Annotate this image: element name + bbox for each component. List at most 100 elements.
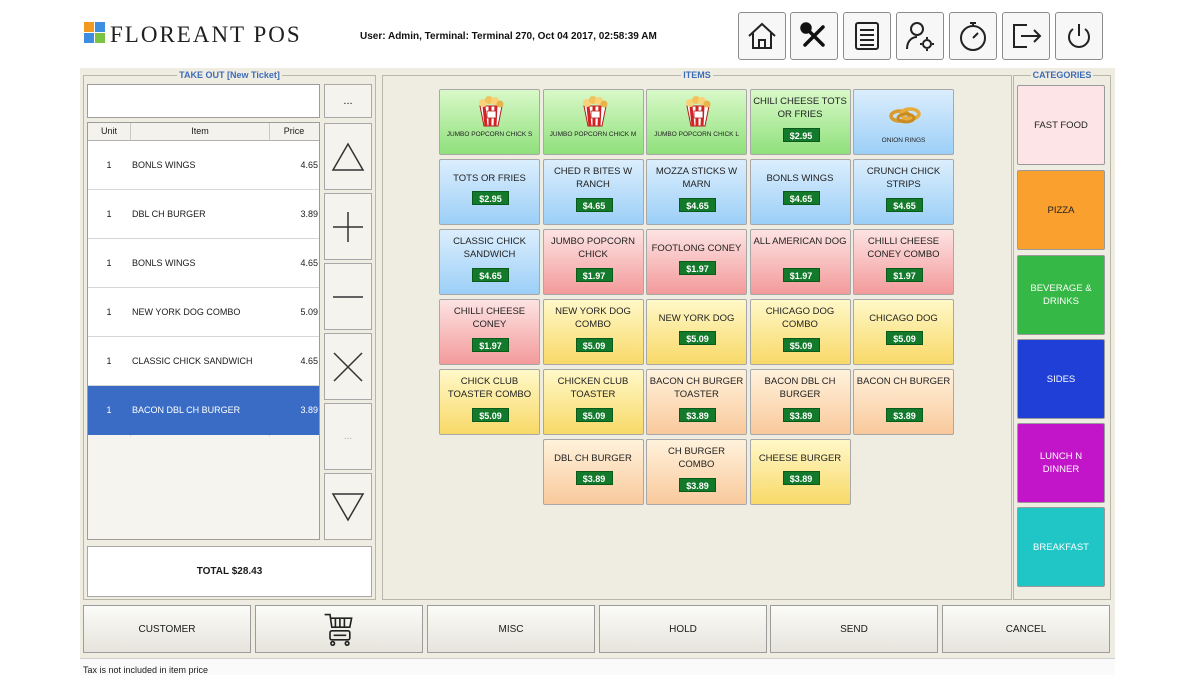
- row-unit: 1: [106, 405, 112, 415]
- cart-button[interactable]: [255, 605, 423, 653]
- ticket-row[interactable]: 1 BONLS WINGS 4.65: [88, 141, 319, 190]
- menu-item-name: CHILLI CHEESE CONEY: [453, 306, 526, 330]
- category-beverage-drinks[interactable]: BEVERAGE & DRINKS: [1017, 255, 1105, 335]
- triangle-down-icon: [331, 492, 365, 522]
- menu-item-button[interactable]: BACON CH BURGER TOASTER $3.89: [646, 369, 747, 435]
- menu-item-button[interactable]: CHILI CHEESE TOTS OR FRIES $2.95: [749, 89, 851, 155]
- menu-item-button[interactable]: CHILLI CHEESE CONEY COMBO $1.97: [853, 229, 954, 295]
- orders-list-button[interactable]: [843, 12, 891, 60]
- header-unit: Unit: [100, 126, 117, 136]
- menu-item-button[interactable]: CHICAGO DOG COMBO $5.09: [749, 299, 851, 365]
- decrease-quantity-button[interactable]: [324, 263, 372, 330]
- row-price: 4.65: [300, 258, 318, 268]
- row-price: 4.65: [300, 160, 318, 170]
- category-lunch-dinner[interactable]: LUNCH N DINNER: [1017, 423, 1105, 503]
- clock-button[interactable]: [949, 12, 997, 60]
- customer-button[interactable]: CUSTOMER: [83, 605, 251, 653]
- menu-item-button[interactable]: DBL CH BURGER $3.89: [542, 439, 644, 505]
- power-button[interactable]: [1055, 12, 1103, 60]
- row-item: DBL CH BURGER: [132, 209, 206, 219]
- ticket-row[interactable]: 1 BONLS WINGS 4.65: [88, 239, 319, 288]
- menu-item-name: CHILI CHEESE TOTS OR FRIES: [753, 96, 847, 120]
- menu-item-button[interactable]: CHEESE BURGER $3.89: [749, 439, 851, 505]
- menu-item-button[interactable]: JUMBO POPCORN CHICK S: [439, 89, 540, 155]
- menu-item-price: $3.89: [679, 478, 716, 492]
- row-item: CLASSIC CHICK SANDWICH: [132, 356, 253, 366]
- power-icon: [1068, 24, 1090, 48]
- menu-item-button[interactable]: NEW YORK DOG COMBO $5.09: [542, 299, 644, 365]
- menu-item-price: $4.65: [575, 198, 613, 212]
- category-sides[interactable]: SIDES: [1017, 339, 1105, 419]
- menu-item-button[interactable]: FOOTLONG CONEY $1.97: [646, 229, 747, 295]
- ticket-row[interactable]: 1 DBL CH BURGER 3.89: [88, 190, 319, 239]
- menu-item-name: MOZZA STICKS W MARN: [655, 166, 738, 190]
- menu-item-button[interactable]: NEW YORK DOG $5.09: [646, 299, 747, 365]
- category-fast-food[interactable]: FAST FOOD: [1017, 85, 1105, 165]
- menu-item-price: $4.65: [679, 198, 716, 212]
- menu-item-button[interactable]: CH BURGER COMBO $3.89: [646, 439, 747, 505]
- increase-quantity-button[interactable]: [324, 193, 372, 260]
- hold-button[interactable]: HOLD: [599, 605, 767, 653]
- menu-item-name: CHICAGO DOG COMBO: [765, 306, 835, 330]
- menu-item-button[interactable]: ONION RINGS: [853, 89, 954, 155]
- send-button[interactable]: SEND: [770, 605, 938, 653]
- user-settings-button[interactable]: [896, 12, 944, 60]
- ticket-more-button[interactable]: ...: [324, 84, 372, 118]
- category-breakfast[interactable]: BREAKFAST: [1017, 507, 1105, 587]
- menu-item-button[interactable]: CHED R BITES W RANCH $4.65: [542, 159, 644, 225]
- ticket-row-selected[interactable]: 1 BACON DBL CH BURGER 3.89: [88, 386, 319, 435]
- category-pizza[interactable]: PIZZA: [1017, 170, 1105, 250]
- menu-item-button[interactable]: MOZZA STICKS W MARN $4.65: [646, 159, 747, 225]
- row-item: BACON DBL CH BURGER: [132, 405, 241, 415]
- menu-item-price: $3.89: [886, 408, 923, 422]
- menu-item-name: CHILLI CHEESE CONEY COMBO: [867, 236, 940, 260]
- logout-button[interactable]: [1002, 12, 1050, 60]
- menu-item-button[interactable]: CHICK CLUB TOASTER COMBO $5.09: [439, 369, 540, 435]
- menu-item-name: JUMBO POPCORN CHICK: [551, 236, 635, 260]
- menu-item-price: $4.65: [886, 198, 923, 212]
- menu-item-button[interactable]: ALL AMERICAN DOG $1.97: [749, 229, 851, 295]
- home-button[interactable]: [738, 12, 786, 60]
- popcorn-chicken-icon: [578, 94, 612, 128]
- delete-item-button[interactable]: [324, 333, 372, 400]
- menu-item-button[interactable]: TOTS OR FRIES $2.95: [439, 159, 540, 225]
- menu-item-button[interactable]: JUMBO POPCORN CHICK M: [542, 89, 644, 155]
- menu-item-button[interactable]: BACON CH BURGER $3.89: [853, 369, 954, 435]
- tools-button[interactable]: [790, 12, 838, 60]
- menu-item-button[interactable]: JUMBO POPCORN CHICK $1.97: [542, 229, 644, 295]
- menu-item-name: NEW YORK DOG: [658, 313, 735, 324]
- ticket-title: TAKE OUT [New Ticket]: [177, 70, 282, 80]
- blank-control-button[interactable]: ...: [324, 403, 372, 470]
- menu-item-price: $3.89: [575, 471, 613, 485]
- ticket-row[interactable]: 1 NEW YORK DOG COMBO 5.09: [88, 288, 319, 337]
- misc-button[interactable]: MISC: [427, 605, 595, 653]
- menu-item-name: CLASSIC CHICK SANDWICH: [453, 236, 526, 260]
- menu-item-button[interactable]: JUMBO POPCORN CHICK L: [646, 89, 747, 155]
- ticket-search-input[interactable]: [87, 84, 320, 118]
- menu-item-button[interactable]: BACON DBL CH BURGER $3.89: [749, 369, 851, 435]
- floreant-logo-icon: [84, 22, 106, 44]
- scroll-down-button[interactable]: [324, 473, 372, 540]
- menu-item-button[interactable]: CLASSIC CHICK SANDWICH $4.65: [439, 229, 540, 295]
- ticket-table: Unit Item Price 1 BONLS WINGS 4.65 1 DBL…: [87, 122, 320, 540]
- menu-item-name: BACON CH BURGER TOASTER: [649, 376, 744, 400]
- cancel-button[interactable]: CANCEL: [942, 605, 1110, 653]
- menu-item-price: $1.97: [679, 261, 716, 275]
- menu-item-button[interactable]: CHICKEN CLUB TOASTER $5.09: [542, 369, 644, 435]
- close-icon: [333, 351, 363, 382]
- categories-title: CATEGORIES: [1030, 70, 1094, 80]
- row-unit: 1: [106, 356, 112, 366]
- row-price: 3.89: [300, 209, 318, 219]
- menu-item-button[interactable]: CHICAGO DOG $5.09: [853, 299, 954, 365]
- row-unit: 1: [106, 160, 112, 170]
- triangle-up-icon: [331, 141, 365, 171]
- menu-item-button[interactable]: BONLS WINGS $4.65: [749, 159, 851, 225]
- menu-item-button[interactable]: CHILLI CHEESE CONEY $1.97: [439, 299, 540, 365]
- cart-icon: [324, 613, 353, 647]
- ticket-row[interactable]: 1 CLASSIC CHICK SANDWICH 4.65: [88, 337, 319, 386]
- logout-icon: [1013, 24, 1042, 48]
- footer-note: Tax is not included in item price: [80, 658, 1115, 675]
- scroll-up-button[interactable]: [324, 123, 372, 190]
- menu-item-button[interactable]: CRUNCH CHICK STRIPS $4.65: [853, 159, 954, 225]
- menu-item-price: $3.89: [782, 471, 820, 485]
